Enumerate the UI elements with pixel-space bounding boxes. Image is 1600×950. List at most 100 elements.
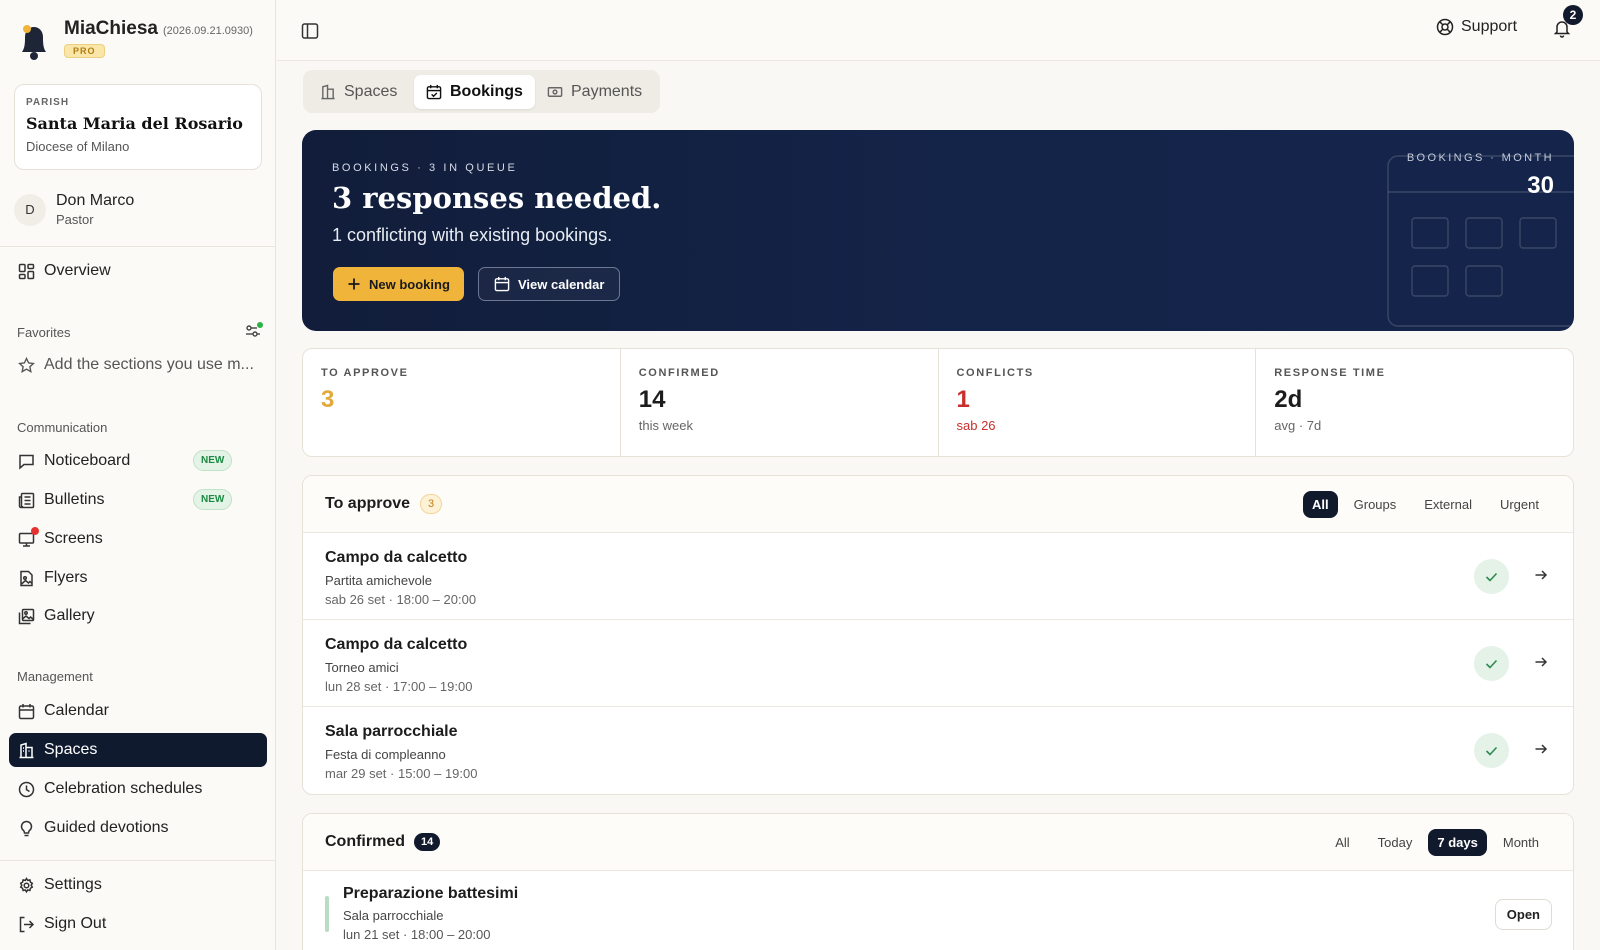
user-name: Don Marco: [56, 192, 135, 209]
panel-title: To approve: [325, 495, 411, 512]
user-role: Pastor: [56, 212, 94, 227]
arrow-right-icon[interactable]: [1533, 741, 1549, 757]
hero-kicker: BOOKINGS · 3 IN QUEUE: [332, 162, 518, 174]
sidebar-item-celebration-schedules[interactable]: Celebration schedules: [9, 772, 267, 806]
approve-button[interactable]: [1474, 646, 1509, 681]
new-booking-button[interactable]: New booking: [333, 267, 464, 301]
tab-spaces[interactable]: Spaces: [308, 75, 409, 109]
sidebar-item-guided-devotions[interactable]: Guided devotions: [9, 811, 267, 845]
sidebar-item-bulletins[interactable]: Bulletins NEW: [9, 483, 267, 517]
month-bookings-value: 30: [1527, 172, 1554, 199]
sidebar-item-settings[interactable]: Settings: [9, 868, 267, 902]
booking-request-row[interactable]: Sala parrocchiale Festa di compleanno ma…: [303, 707, 1573, 794]
sidebar-item-screens[interactable]: Screens: [9, 522, 267, 556]
filter-all[interactable]: All: [1323, 829, 1361, 856]
parish-card[interactable]: PARISH Santa Maria del Rosario Diocese o…: [14, 84, 262, 170]
sidebar-item-label: Celebration schedules: [44, 780, 203, 797]
calendar-icon: [18, 703, 35, 719]
check-icon: [1485, 659, 1498, 669]
sidebar-item-gallery[interactable]: Gallery: [9, 599, 267, 633]
approve-button[interactable]: [1474, 733, 1509, 768]
support-button[interactable]: Support: [1436, 18, 1517, 36]
sidebar-item-noticeboard[interactable]: Noticeboard NEW: [9, 444, 267, 478]
confirmed-header: Confirmed 14 All Today 7 days Month: [303, 814, 1573, 871]
tab-label: Spaces: [344, 83, 398, 100]
images-icon: [18, 608, 35, 624]
approve-button[interactable]: [1474, 559, 1509, 594]
month-bookings-label: BOOKINGS · MONTH: [1406, 152, 1554, 164]
filter-external[interactable]: External: [1412, 491, 1484, 518]
building-icon: [19, 741, 34, 758]
booking-request-row[interactable]: Campo da calcetto Torneo amici lun 28 se…: [303, 620, 1573, 707]
filter-today[interactable]: Today: [1366, 829, 1425, 856]
filter-month[interactable]: Month: [1491, 829, 1551, 856]
sidebar-item-flyers[interactable]: Flyers: [9, 561, 267, 595]
lifebuoy-icon: [1436, 18, 1454, 36]
parish-label: PARISH: [26, 97, 70, 108]
confirmed-panel: Confirmed 14 All Today 7 days Month Prep…: [302, 813, 1574, 950]
filter-all[interactable]: All: [1303, 490, 1338, 518]
sidebar-item-label: Overview: [44, 262, 111, 279]
booking-request-row[interactable]: Campo da calcetto Partita amichevole sab…: [303, 533, 1573, 620]
sidebar-item-label: Spaces: [44, 741, 98, 758]
section-tabs: Spaces Bookings Payments: [303, 70, 660, 113]
sidebar-item-sign-out[interactable]: Sign Out: [9, 907, 267, 941]
stat-value: 1: [956, 386, 970, 413]
booking-subtitle: Partita amichevole: [325, 573, 432, 588]
tab-payments[interactable]: Payments: [535, 75, 654, 109]
app-name: MiaChiesa: [64, 18, 158, 39]
bookings-hero-banner: BOOKINGS · 3 IN QUEUE 3 responses needed…: [302, 130, 1574, 331]
stat-sub: this week: [638, 418, 693, 433]
management-heading: Management: [17, 669, 93, 684]
confirmed-booking-row[interactable]: Preparazione battesimi Sala parrocchiale…: [303, 871, 1573, 950]
plus-icon: [348, 278, 360, 290]
brand[interactable]: MiaChiesa (2026.09.21.0930) PRO: [16, 18, 253, 64]
open-button[interactable]: Open: [1494, 899, 1552, 930]
sidebar-item-spaces[interactable]: Spaces: [9, 733, 267, 767]
booking-title: Campo da calcetto: [325, 636, 468, 653]
view-calendar-button[interactable]: View calendar: [478, 267, 621, 301]
favorites-heading: Favorites: [17, 325, 71, 340]
filter-groups[interactable]: Groups: [1342, 491, 1409, 518]
building-icon: [321, 84, 335, 100]
tab-bookings[interactable]: Bookings: [414, 75, 535, 109]
screen-icon: [18, 526, 39, 548]
booking-date: lun 21 set · 18:00 – 20:00: [343, 927, 491, 942]
to-approve-header: To approve 3 All Groups External Urgent: [303, 476, 1573, 533]
avatar: D: [14, 193, 46, 226]
stat-to-approve: TO APPROVE 3: [303, 349, 621, 456]
alert-dot: [31, 526, 39, 535]
hero-subtitle: 1 conflicting with existing bookings.: [332, 225, 613, 245]
user-profile[interactable]: D Don Marco Pastor: [14, 192, 134, 227]
stat-label: CONFIRMED: [638, 367, 720, 379]
lightbulb-icon: [20, 820, 33, 836]
filter-urgent[interactable]: Urgent: [1488, 491, 1551, 518]
filter-group: All Today 7 days Month: [1323, 828, 1551, 856]
pro-badge: PRO: [64, 44, 105, 58]
notifications-button[interactable]: 2: [1552, 5, 1583, 38]
count-badge: 14: [414, 833, 441, 851]
customize-favorites-icon[interactable]: [244, 322, 264, 340]
calendar-check-icon: [426, 84, 442, 100]
arrow-right-icon[interactable]: [1533, 654, 1549, 670]
logout-icon: [19, 916, 35, 932]
booking-title: Preparazione battesimi: [343, 885, 519, 902]
newspaper-icon: [18, 492, 35, 508]
sidebar-toggle-icon[interactable]: [301, 22, 319, 40]
top-bar: Support 2: [277, 0, 1600, 61]
filter-7-days[interactable]: 7 days: [1428, 828, 1487, 856]
favorites-hint-text: Add the sections you use m...: [44, 356, 254, 373]
sidebar-item-calendar[interactable]: Calendar: [9, 694, 267, 728]
tab-label: Payments: [571, 83, 643, 100]
sidebar-item-label: Gallery: [44, 607, 95, 624]
stat-response-time: RESPONSE TIME 2d avg · 7d: [1256, 349, 1573, 456]
booking-date: lun 28 set · 17:00 – 19:00: [325, 679, 473, 694]
stat-value: 2d: [1274, 386, 1303, 413]
hero-title: 3 responses needed.: [332, 181, 662, 215]
stat-label: CONFLICTS: [956, 367, 1034, 379]
booking-subtitle: Torneo amici: [325, 660, 399, 675]
sidebar-item-overview[interactable]: Overview: [9, 254, 267, 288]
new-booking-label: New booking: [369, 276, 450, 292]
banknote-icon: [547, 87, 563, 97]
arrow-right-icon[interactable]: [1533, 567, 1549, 583]
